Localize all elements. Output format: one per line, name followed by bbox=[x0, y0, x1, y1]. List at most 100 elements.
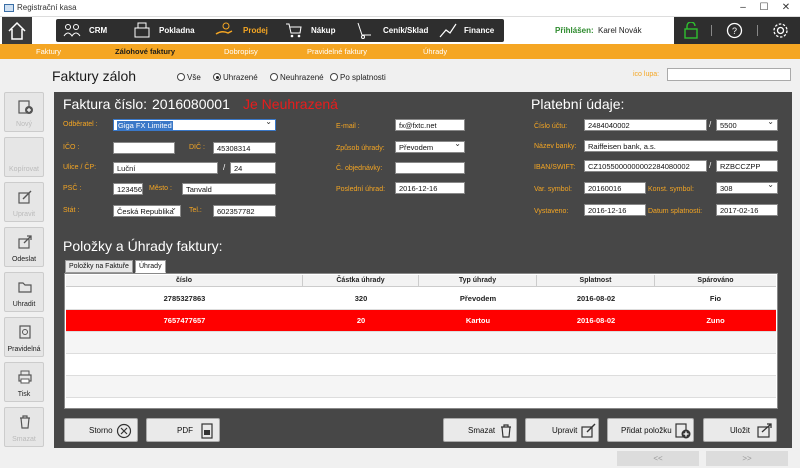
edit-button[interactable]: Upravit bbox=[4, 182, 44, 222]
copy-button[interactable]: Kopírovat bbox=[4, 137, 44, 177]
col-cislo[interactable]: číslo bbox=[66, 275, 303, 287]
prev-page-button[interactable]: << bbox=[617, 451, 699, 466]
stat-select[interactable]: Česká Republika bbox=[113, 205, 181, 217]
nav-cenik-sklad[interactable]: Ceník/Sklad bbox=[383, 26, 428, 35]
pdf-icon bbox=[201, 423, 213, 439]
upravit-button[interactable]: Upravit bbox=[525, 418, 599, 442]
filter-vse[interactable]: Vše bbox=[177, 73, 201, 82]
nav-nakup[interactable]: Nákup bbox=[311, 26, 335, 35]
table-row-empty bbox=[66, 354, 776, 376]
app-icon bbox=[4, 4, 14, 12]
window-titlebar: Registrační kasa – ☐ ✕ bbox=[0, 0, 800, 17]
swift-field[interactable]: RZBCCZPP bbox=[716, 160, 778, 172]
nav-pokladna[interactable]: Pokladna bbox=[159, 26, 195, 35]
recurring-button[interactable]: Pravidelná bbox=[4, 317, 44, 357]
edit-icon bbox=[18, 190, 32, 204]
col-splatnost[interactable]: Splatnost bbox=[537, 275, 655, 287]
table-row-selected[interactable]: 7657477657 20 Kartou 2016-08-02 Zuno bbox=[66, 310, 776, 332]
ulice-field[interactable]: Luční bbox=[113, 162, 218, 174]
dic-field[interactable]: 45308314 bbox=[213, 142, 276, 154]
iban-label: IBAN/SWIFT: bbox=[534, 164, 576, 171]
pridat-polozku-button[interactable]: Přidat položku bbox=[607, 418, 694, 442]
nav-prodej[interactable]: Prodej bbox=[243, 26, 268, 35]
konst-symbol-select[interactable]: 308 bbox=[716, 182, 778, 194]
banka-label: Název banky: bbox=[534, 143, 577, 150]
ucet-field[interactable]: 2484040002 bbox=[584, 119, 707, 131]
new-button[interactable]: Nový bbox=[4, 92, 44, 132]
close-button[interactable]: ✕ bbox=[779, 1, 793, 15]
tab-polozky[interactable]: Položky na Faktuře bbox=[65, 260, 133, 273]
print-button[interactable]: Tisk bbox=[4, 362, 44, 402]
zpusob-uhrady-select[interactable]: Převodem bbox=[395, 141, 465, 153]
recurring-document-icon bbox=[19, 325, 31, 339]
splatnost-label: Datum splatnosti: bbox=[648, 208, 703, 215]
stat-label: Stát : bbox=[63, 207, 80, 214]
maximize-button[interactable]: ☐ bbox=[757, 1, 771, 15]
edit-icon bbox=[581, 423, 596, 438]
cash-register-icon bbox=[134, 22, 150, 38]
filter-po-splatnosti[interactable]: Po splatnosti bbox=[330, 73, 386, 82]
var-symbol-field[interactable]: 20160016 bbox=[584, 182, 646, 194]
home-icon bbox=[8, 21, 26, 40]
toolbar-right: ? bbox=[674, 17, 800, 44]
banka-field[interactable]: Raiffeisen bank, a.s. bbox=[584, 140, 778, 152]
pdf-button[interactable]: PDF bbox=[146, 418, 220, 442]
mesto-field[interactable]: Tanvald bbox=[182, 183, 276, 195]
odberatel-select[interactable]: Giga FX Limited bbox=[113, 119, 276, 131]
objednavka-field[interactable] bbox=[395, 162, 465, 174]
nav-crm[interactable]: CRM bbox=[89, 26, 107, 35]
chart-icon bbox=[439, 23, 457, 38]
table-row-empty bbox=[66, 376, 776, 398]
items-section-title: Položky a Úhrady faktury: bbox=[63, 238, 223, 254]
table-row-empty bbox=[66, 332, 776, 354]
folder-icon bbox=[18, 282, 32, 293]
email-field[interactable]: fx@fxtc.net bbox=[395, 119, 465, 131]
radio-icon bbox=[177, 73, 185, 81]
col-typ[interactable]: Typ úhrady bbox=[419, 275, 537, 287]
lock-icon[interactable] bbox=[683, 22, 699, 39]
col-castka[interactable]: Částka úhrady bbox=[303, 275, 419, 287]
cp-field[interactable]: 24 bbox=[230, 162, 276, 174]
table-row[interactable]: 2785327863 320 Převodem 2016-08-02 Fio bbox=[66, 288, 776, 310]
home-button[interactable] bbox=[2, 17, 32, 44]
tab-uhrady[interactable]: Úhrady bbox=[135, 260, 166, 273]
storno-button[interactable]: Storno bbox=[64, 418, 138, 442]
subnav-pravidelne-faktury[interactable]: Pravidelné faktury bbox=[307, 47, 367, 56]
minimize-button[interactable]: – bbox=[736, 1, 750, 15]
radio-icon bbox=[270, 73, 278, 81]
gear-icon[interactable] bbox=[772, 22, 789, 39]
subnav-zalohove-faktury[interactable]: Zálohové faktury bbox=[115, 47, 175, 56]
sidebar: Nový Kopírovat Upravit Odeslat Uhradit P… bbox=[0, 92, 47, 468]
tel-field[interactable]: 602357782 bbox=[213, 205, 276, 217]
subnav-faktury[interactable]: Faktury bbox=[36, 47, 61, 56]
var-symbol-label: Var. symbol: bbox=[534, 186, 572, 193]
subnav-uhrady[interactable]: Úhrady bbox=[423, 47, 447, 56]
col-sparovano[interactable]: Spárováno bbox=[655, 275, 776, 287]
next-page-button[interactable]: >> bbox=[706, 451, 788, 466]
ico-search-label: ico lupa: bbox=[633, 71, 660, 78]
nav-finance[interactable]: Finance bbox=[464, 26, 494, 35]
vystaveno-field[interactable]: 2016-12-16 bbox=[584, 204, 646, 216]
ico-search-input[interactable] bbox=[667, 68, 791, 81]
ico-field[interactable] bbox=[113, 142, 175, 154]
trash-icon bbox=[501, 424, 511, 438]
invoice-status: Je Neuhrazená bbox=[243, 96, 338, 112]
filter-uhrazene[interactable]: Uhrazené bbox=[213, 73, 258, 82]
iban-field[interactable]: CZ1055000000002284080002 bbox=[584, 160, 707, 172]
kod-banky-select[interactable]: 5500 bbox=[716, 119, 778, 131]
splatnost-field[interactable]: 2017-02-16 bbox=[716, 204, 778, 216]
objednavka-label: Č. objednávky: bbox=[336, 165, 383, 172]
help-icon[interactable]: ? bbox=[726, 22, 743, 39]
filter-neuhrazene[interactable]: Neuhrazené bbox=[270, 73, 324, 82]
smazat-button[interactable]: Smazat bbox=[443, 418, 517, 442]
send-button[interactable]: Odeslat bbox=[4, 227, 44, 267]
ulozit-button[interactable]: Uložit bbox=[703, 418, 777, 442]
new-document-icon bbox=[18, 100, 33, 114]
delete-button[interactable]: Smazat bbox=[4, 407, 44, 447]
pay-button[interactable]: Uhradit bbox=[4, 272, 44, 312]
tel-label: Tel.: bbox=[189, 207, 202, 214]
posledni-uhrada-field[interactable]: 2016-12-16 bbox=[395, 182, 465, 194]
psc-field[interactable]: 123456 bbox=[113, 183, 143, 195]
subnav-dobropisy[interactable]: Dobropisy bbox=[224, 47, 258, 56]
toolbar-divider bbox=[757, 25, 758, 36]
